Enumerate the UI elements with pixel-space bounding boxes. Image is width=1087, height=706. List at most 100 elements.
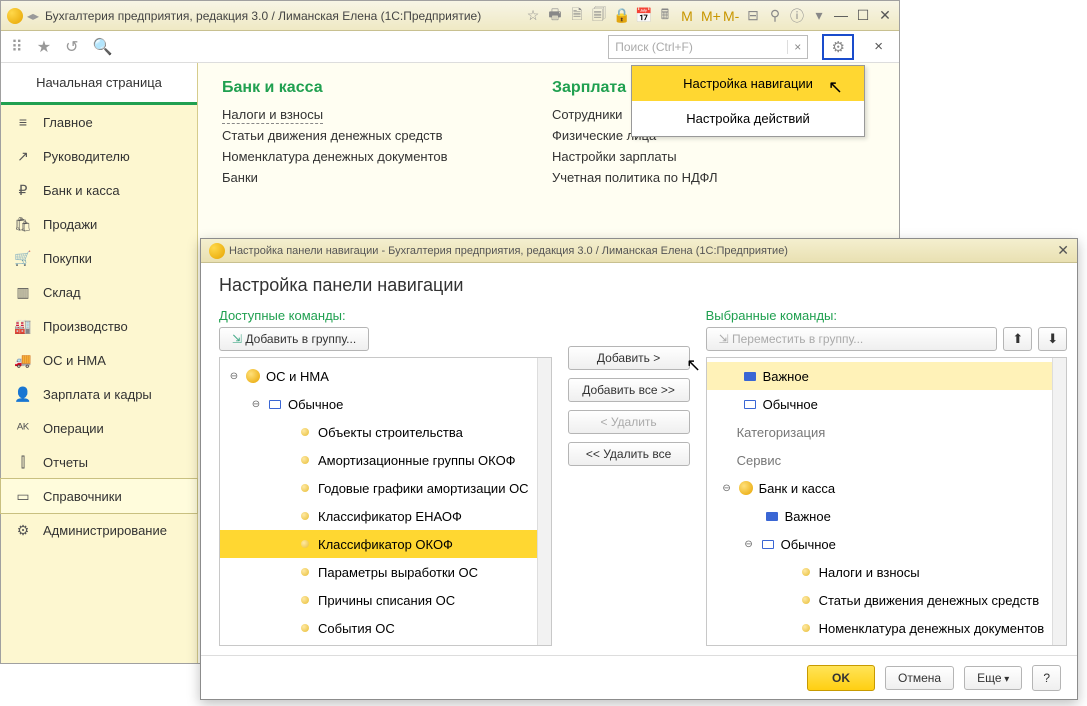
nav-reports[interactable]: ⫿Отчеты xyxy=(1,445,197,479)
add-button[interactable]: Добавить > xyxy=(568,346,690,370)
dropdown-action-settings[interactable]: Настройка действий xyxy=(632,101,864,136)
tool-icon[interactable]: ☆ xyxy=(525,7,541,24)
scrollbar[interactable] xyxy=(537,358,551,645)
nav-operations[interactable]: ᴬᴷОперации xyxy=(1,411,197,445)
selected-tree[interactable]: Важное Обычное Категоризация Сервис ⊖Бан… xyxy=(706,357,1068,646)
search-input[interactable] xyxy=(609,36,787,58)
tool-icon[interactable]: 📅 xyxy=(635,7,651,24)
tree-node-group[interactable]: ⊖Обычное xyxy=(220,390,537,418)
tree-item[interactable]: Налоги и взносы xyxy=(707,558,1053,586)
tool-icon[interactable]: ⊟ xyxy=(745,7,761,24)
remove-all-button[interactable]: << Удалить все xyxy=(568,442,690,466)
history-arrows-icon[interactable]: ◂▸ xyxy=(27,9,39,23)
item-icon xyxy=(301,540,309,548)
history-icon[interactable]: ↺ xyxy=(65,37,78,57)
nav-main[interactable]: ≡Главное xyxy=(1,105,197,139)
tree-item[interactable]: Номенклатура денежных документов xyxy=(707,614,1053,642)
person-icon: 👤 xyxy=(15,386,31,402)
item-icon xyxy=(802,596,810,604)
tree-bank-usual[interactable]: ⊖Обычное xyxy=(707,530,1053,558)
tool-icon[interactable]: ⚲ xyxy=(767,7,783,24)
star-icon[interactable]: ★ xyxy=(37,37,51,57)
tool-icon[interactable]: 🗎 xyxy=(569,4,585,28)
search-box: × xyxy=(608,35,808,59)
item-icon xyxy=(301,428,309,436)
nav-salary[interactable]: 👤Зарплата и кадры xyxy=(1,377,197,411)
tree-node-root[interactable]: ⊖ОС и НМА xyxy=(220,362,537,390)
apps-icon[interactable]: ⠿ xyxy=(11,37,23,57)
close-x-icon[interactable]: × xyxy=(868,38,889,55)
minimize-button[interactable]: — xyxy=(833,8,849,24)
nav-stock[interactable]: ▥Склад xyxy=(1,275,197,309)
bag-icon: 🛍 xyxy=(15,216,31,232)
tree-item-selected[interactable]: Классификатор ОКОФ xyxy=(220,530,537,558)
grid-icon: ▥ xyxy=(15,284,31,300)
tree-item[interactable]: Объекты строительства xyxy=(220,418,537,446)
close-button[interactable]: ✕ xyxy=(877,8,893,24)
home-tab[interactable]: Начальная страница xyxy=(1,63,197,105)
tree-usual[interactable]: Обычное xyxy=(707,390,1053,418)
truck-icon: 🚚 xyxy=(15,352,31,368)
nav-refs[interactable]: ▭Справочники xyxy=(1,479,197,513)
search-clear-icon[interactable]: × xyxy=(787,40,807,54)
move-down-button[interactable]: ⬇ xyxy=(1038,327,1067,351)
item-icon xyxy=(301,484,309,492)
nav-manager[interactable]: ↗Руководителю xyxy=(1,139,197,173)
tree-categorization[interactable]: Категоризация xyxy=(707,418,1053,446)
search-icon[interactable]: 🔍 xyxy=(92,37,112,57)
dialog-footer: OK Отмена Еще ? xyxy=(201,655,1077,699)
nav-bank[interactable]: ₽Банк и касса xyxy=(1,173,197,207)
settings-button[interactable]: ⚙ xyxy=(822,34,854,60)
tree-item[interactable]: Причины списания ОС xyxy=(220,586,537,614)
nav-sales[interactable]: 🛍Продажи xyxy=(1,207,197,241)
move-to-group-button[interactable]: ⇲ Переместить в группу... xyxy=(706,327,998,351)
dialog-close-button[interactable]: ✕ xyxy=(1057,242,1069,259)
cancel-button[interactable]: Отмена xyxy=(885,666,954,690)
tree-item[interactable]: Статьи движения денежных средств xyxy=(707,586,1053,614)
tree-service[interactable]: Сервис xyxy=(707,446,1053,474)
link-taxes[interactable]: Налоги и взносы xyxy=(222,107,492,122)
tool-icon[interactable]: 🖶 xyxy=(547,4,563,28)
link-salary-settings[interactable]: Настройки зарплаты xyxy=(552,149,822,164)
tool-info-icon[interactable]: ⓘ xyxy=(789,6,805,26)
main-title: Бухгалтерия предприятия, редакция 3.0 / … xyxy=(45,9,481,23)
link-cashflow[interactable]: Статьи движения денежных средств xyxy=(222,128,492,143)
nav-os-nma[interactable]: 🚚ОС и НМА xyxy=(1,343,197,377)
dropdown-nav-settings[interactable]: Настройка навигации xyxy=(632,66,864,101)
add-to-group-button[interactable]: ⇲ Добавить в группу... xyxy=(219,327,369,351)
more-button[interactable]: Еще xyxy=(964,666,1022,690)
nav-admin[interactable]: ⚙Администрирование xyxy=(1,513,197,547)
tree-item[interactable]: События ОС xyxy=(220,614,537,642)
usual-icon xyxy=(744,400,756,409)
add-all-button[interactable]: Добавить все >> xyxy=(568,378,690,402)
tree-item[interactable]: Годовые графики амортизации ОС xyxy=(220,474,537,502)
move-up-button[interactable]: ⬆ xyxy=(1003,327,1032,351)
tool-icon[interactable]: 🖩 xyxy=(657,4,673,28)
nav-purchases[interactable]: 🛒Покупки xyxy=(1,241,197,275)
remove-button[interactable]: < Удалить xyxy=(568,410,690,434)
link-ndfl[interactable]: Учетная политика по НДФЛ xyxy=(552,170,822,185)
tool-icon[interactable]: 🔒 xyxy=(613,7,629,24)
tool-icon[interactable]: 🗐 xyxy=(591,4,607,28)
nav-production[interactable]: 🏭Производство xyxy=(1,309,197,343)
tree-bank[interactable]: ⊖Банк и касса xyxy=(707,474,1053,502)
help-button[interactable]: ? xyxy=(1032,665,1061,691)
settings-dropdown: Настройка навигации Настройка действий xyxy=(631,65,865,137)
tool-m-icon[interactable]: M xyxy=(679,8,695,24)
tree-important[interactable]: Важное xyxy=(707,362,1053,390)
chart-icon: ↗ xyxy=(15,148,31,164)
tool-dropdown-icon[interactable]: ▾ xyxy=(811,7,827,24)
link-banks[interactable]: Банки xyxy=(222,170,492,185)
link-docnomen[interactable]: Номенклатура денежных документов xyxy=(222,149,492,164)
tree-item[interactable]: Амортизационные группы ОКОФ xyxy=(220,446,537,474)
tool-mplus-icon[interactable]: M+ xyxy=(701,8,717,24)
dialog-heading: Настройка панели навигации xyxy=(219,275,1059,296)
maximize-button[interactable]: ☐ xyxy=(855,8,871,24)
scrollbar[interactable] xyxy=(1052,358,1066,645)
tool-mminus-icon[interactable]: M- xyxy=(723,8,739,24)
tree-item[interactable]: Параметры выработки ОС xyxy=(220,558,537,586)
ok-button[interactable]: OK xyxy=(807,665,875,691)
tree-item[interactable]: Классификатор ЕНАОФ xyxy=(220,502,537,530)
available-tree[interactable]: ⊖ОС и НМА ⊖Обычное Объекты строительства… xyxy=(219,357,552,646)
tree-bank-important[interactable]: Важное xyxy=(707,502,1053,530)
